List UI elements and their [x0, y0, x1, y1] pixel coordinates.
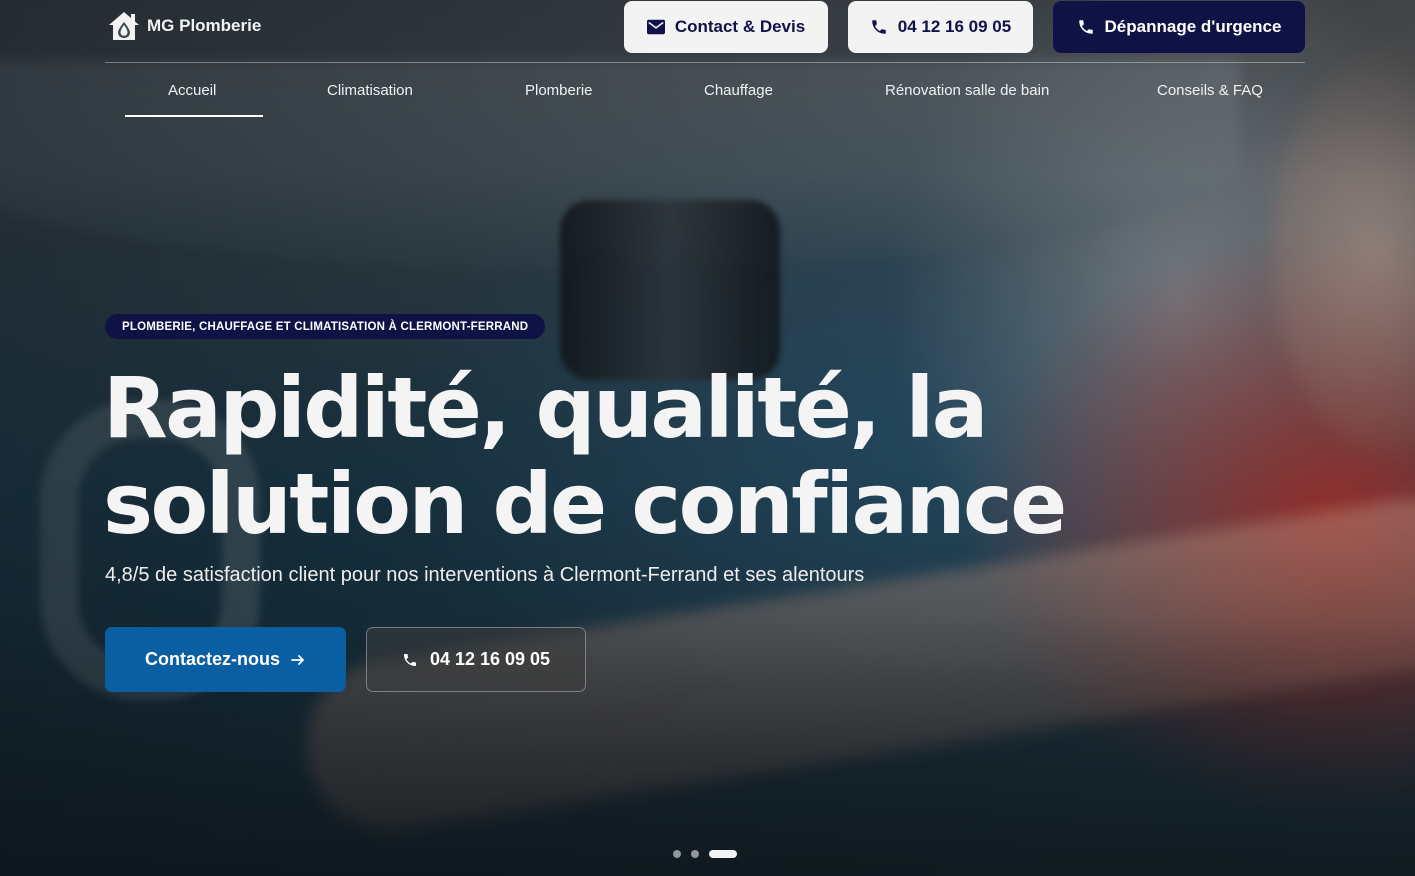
brand-name: MG Plomberie [147, 16, 262, 35]
hero-headline: Rapidité, qualité, la solution de confia… [103, 360, 1103, 552]
hero-badge: PLOMBERIE, CHAUFFAGE ET CLIMATISATION À … [105, 314, 546, 339]
nav-item-conseils-faq[interactable]: Conseils & FAQ [1157, 82, 1263, 99]
phone-header-label: 04 12 16 09 05 [897, 17, 1012, 36]
slider-dot-3[interactable] [709, 850, 737, 858]
arrow-right-icon [291, 654, 304, 665]
phone-icon [403, 653, 416, 666]
hero-headline-line2: solution de confiance [103, 455, 1067, 553]
contact-devis-button[interactable]: Contact & Devis [624, 1, 828, 53]
phone-cta-button[interactable]: 04 12 16 09 05 [366, 627, 586, 692]
nav-item-climatisation[interactable]: Climatisation [327, 82, 413, 99]
slider-dot-2[interactable] [691, 850, 699, 858]
mail-icon [646, 19, 665, 35]
slider-pagination [673, 850, 737, 858]
phone-icon [872, 20, 886, 34]
urgence-label: Dépannage d'urgence [1104, 17, 1282, 36]
contact-devis-label: Contact & Devis [674, 17, 806, 36]
urgence-button[interactable]: Dépannage d'urgence [1053, 1, 1305, 53]
hero-badge-text: PLOMBERIE, CHAUFFAGE ET CLIMATISATION À … [122, 320, 529, 333]
hero-headline-line1: Rapidité, qualité, la [103, 359, 988, 457]
nav-item-chauffage[interactable]: Chauffage [704, 82, 773, 99]
site-header: MG Plomberie Contact & Devis 04 12 16 09… [105, 0, 1305, 63]
main-nav: Accueil Climatisation Plomberie Chauffag… [105, 64, 1305, 118]
slider-dot-1[interactable] [673, 850, 681, 858]
house-drop-icon [109, 12, 139, 40]
phone-icon [1078, 20, 1093, 34]
phone-header-button[interactable]: 04 12 16 09 05 [848, 1, 1033, 53]
phone-cta-label: 04 12 16 09 05 [429, 649, 551, 669]
contactez-nous-label: Contactez-nous [145, 649, 280, 669]
nav-active-indicator [125, 115, 263, 117]
nav-item-renovation[interactable]: Rénovation salle de bain [885, 82, 1049, 99]
nav-item-accueil[interactable]: Accueil [168, 82, 216, 99]
nav-item-plomberie[interactable]: Plomberie [525, 82, 593, 99]
site-logo[interactable]: MG Plomberie [107, 10, 261, 42]
contactez-nous-button[interactable]: Contactez-nous [105, 627, 346, 692]
hero-subline: 4,8/5 de satisfaction client pour nos in… [105, 564, 865, 586]
